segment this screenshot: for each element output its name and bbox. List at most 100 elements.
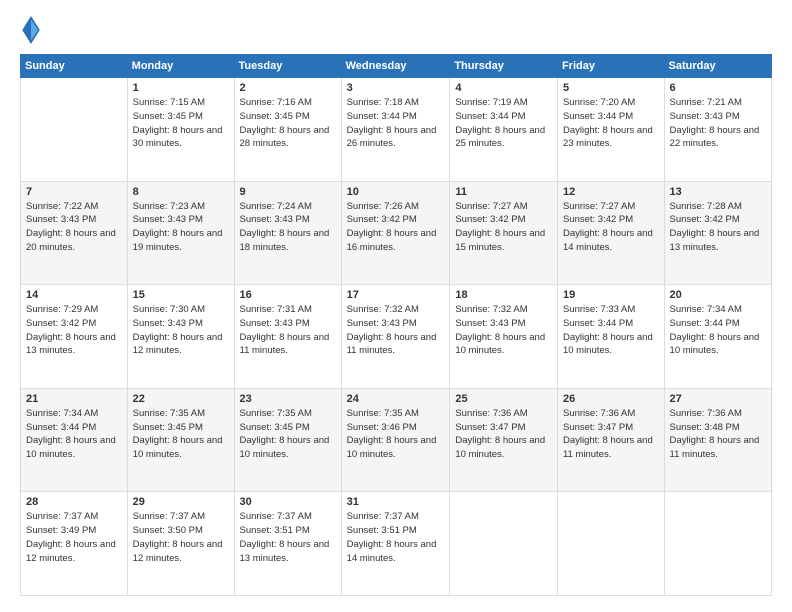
day-info: Sunrise: 7:37 AM Sunset: 3:49 PM Dayligh…: [26, 510, 122, 565]
day-number: 22: [133, 393, 229, 405]
day-info: Sunrise: 7:30 AM Sunset: 3:43 PM Dayligh…: [133, 303, 229, 358]
day-info: Sunrise: 7:23 AM Sunset: 3:43 PM Dayligh…: [133, 200, 229, 255]
day-info: Sunrise: 7:36 AM Sunset: 3:48 PM Dayligh…: [670, 407, 766, 462]
day-number: 11: [455, 186, 552, 198]
day-number: 18: [455, 289, 552, 301]
day-info: Sunrise: 7:36 AM Sunset: 3:47 PM Dayligh…: [455, 407, 552, 462]
day-cell: 13 Sunrise: 7:28 AM Sunset: 3:42 PM Dayli…: [664, 181, 771, 285]
week-row-2: 14 Sunrise: 7:29 AM Sunset: 3:42 PM Dayli…: [21, 285, 772, 389]
day-cell: 31 Sunrise: 7:37 AM Sunset: 3:51 PM Dayli…: [341, 492, 450, 596]
day-number: 9: [240, 186, 336, 198]
day-info: Sunrise: 7:22 AM Sunset: 3:43 PM Dayligh…: [26, 200, 122, 255]
day-header-tuesday: Tuesday: [234, 55, 341, 78]
day-info: Sunrise: 7:15 AM Sunset: 3:45 PM Dayligh…: [133, 96, 229, 151]
day-number: 13: [670, 186, 766, 198]
day-number: 6: [670, 82, 766, 94]
day-cell: 25 Sunrise: 7:36 AM Sunset: 3:47 PM Dayli…: [450, 388, 558, 492]
day-header-friday: Friday: [557, 55, 664, 78]
day-info: Sunrise: 7:33 AM Sunset: 3:44 PM Dayligh…: [563, 303, 659, 358]
day-cell: 7 Sunrise: 7:22 AM Sunset: 3:43 PM Daylig…: [21, 181, 128, 285]
week-row-1: 7 Sunrise: 7:22 AM Sunset: 3:43 PM Daylig…: [21, 181, 772, 285]
day-number: 26: [563, 393, 659, 405]
day-header-thursday: Thursday: [450, 55, 558, 78]
day-info: Sunrise: 7:36 AM Sunset: 3:47 PM Dayligh…: [563, 407, 659, 462]
day-header-saturday: Saturday: [664, 55, 771, 78]
day-info: Sunrise: 7:20 AM Sunset: 3:44 PM Dayligh…: [563, 96, 659, 151]
day-info: Sunrise: 7:35 AM Sunset: 3:45 PM Dayligh…: [240, 407, 336, 462]
day-info: Sunrise: 7:16 AM Sunset: 3:45 PM Dayligh…: [240, 96, 336, 151]
week-row-3: 21 Sunrise: 7:34 AM Sunset: 3:44 PM Dayli…: [21, 388, 772, 492]
day-number: 7: [26, 186, 122, 198]
day-cell: 27 Sunrise: 7:36 AM Sunset: 3:48 PM Dayli…: [664, 388, 771, 492]
day-cell: 16 Sunrise: 7:31 AM Sunset: 3:43 PM Dayli…: [234, 285, 341, 389]
day-header-wednesday: Wednesday: [341, 55, 450, 78]
day-cell: [450, 492, 558, 596]
day-cell: 11Sunrise: 7:27 AM Sunset: 3:42 PM Dayli…: [450, 181, 558, 285]
day-cell: 29Sunrise: 7:37 AM Sunset: 3:50 PM Dayli…: [127, 492, 234, 596]
day-number: 2: [240, 82, 336, 94]
day-info: Sunrise: 7:34 AM Sunset: 3:44 PM Dayligh…: [670, 303, 766, 358]
day-info: Sunrise: 7:18 AM Sunset: 3:44 PM Dayligh…: [347, 96, 445, 151]
day-cell: 19 Sunrise: 7:33 AM Sunset: 3:44 PM Dayli…: [557, 285, 664, 389]
day-info: Sunrise: 7:32 AM Sunset: 3:43 PM Dayligh…: [347, 303, 445, 358]
day-cell: 4 Sunrise: 7:19 AM Sunset: 3:44 PM Daylig…: [450, 78, 558, 182]
day-number: 5: [563, 82, 659, 94]
day-number: 31: [347, 496, 445, 508]
day-info: Sunrise: 7:26 AM Sunset: 3:42 PM Dayligh…: [347, 200, 445, 255]
day-cell: 10 Sunrise: 7:26 AM Sunset: 3:42 PM Dayli…: [341, 181, 450, 285]
day-header-monday: Monday: [127, 55, 234, 78]
day-info: Sunrise: 7:32 AM Sunset: 3:43 PM Dayligh…: [455, 303, 552, 358]
day-cell: 15Sunrise: 7:30 AM Sunset: 3:43 PM Dayli…: [127, 285, 234, 389]
day-cell: 21 Sunrise: 7:34 AM Sunset: 3:44 PM Dayli…: [21, 388, 128, 492]
day-cell: 2 Sunrise: 7:16 AM Sunset: 3:45 PM Daylig…: [234, 78, 341, 182]
day-number: 21: [26, 393, 122, 405]
day-number: 10: [347, 186, 445, 198]
day-cell: 5 Sunrise: 7:20 AM Sunset: 3:44 PM Daylig…: [557, 78, 664, 182]
day-cell: 28 Sunrise: 7:37 AM Sunset: 3:49 PM Dayli…: [21, 492, 128, 596]
calendar-table: SundayMondayTuesdayWednesdayThursdayFrid…: [20, 54, 772, 596]
day-number: 30: [240, 496, 336, 508]
day-cell: 30 Sunrise: 7:37 AM Sunset: 3:51 PM Dayli…: [234, 492, 341, 596]
day-info: Sunrise: 7:34 AM Sunset: 3:44 PM Dayligh…: [26, 407, 122, 462]
day-cell: 9 Sunrise: 7:24 AM Sunset: 3:43 PM Daylig…: [234, 181, 341, 285]
day-info: Sunrise: 7:28 AM Sunset: 3:42 PM Dayligh…: [670, 200, 766, 255]
day-cell: 8 Sunrise: 7:23 AM Sunset: 3:43 PM Daylig…: [127, 181, 234, 285]
calendar-header-row: SundayMondayTuesdayWednesdayThursdayFrid…: [21, 55, 772, 78]
day-info: Sunrise: 7:19 AM Sunset: 3:44 PM Dayligh…: [455, 96, 552, 151]
day-number: 23: [240, 393, 336, 405]
day-info: Sunrise: 7:31 AM Sunset: 3:43 PM Dayligh…: [240, 303, 336, 358]
day-number: 1: [133, 82, 229, 94]
day-info: Sunrise: 7:29 AM Sunset: 3:42 PM Dayligh…: [26, 303, 122, 358]
day-info: Sunrise: 7:37 AM Sunset: 3:51 PM Dayligh…: [240, 510, 336, 565]
day-info: Sunrise: 7:24 AM Sunset: 3:43 PM Dayligh…: [240, 200, 336, 255]
day-info: Sunrise: 7:35 AM Sunset: 3:45 PM Dayligh…: [133, 407, 229, 462]
day-cell: [664, 492, 771, 596]
day-cell: 1 Sunrise: 7:15 AM Sunset: 3:45 PM Daylig…: [127, 78, 234, 182]
day-number: 8: [133, 186, 229, 198]
day-number: 3: [347, 82, 445, 94]
day-cell: [21, 78, 128, 182]
day-number: 4: [455, 82, 552, 94]
day-info: Sunrise: 7:21 AM Sunset: 3:43 PM Dayligh…: [670, 96, 766, 151]
week-row-4: 28 Sunrise: 7:37 AM Sunset: 3:49 PM Dayli…: [21, 492, 772, 596]
day-number: 19: [563, 289, 659, 301]
day-cell: 20Sunrise: 7:34 AM Sunset: 3:44 PM Dayli…: [664, 285, 771, 389]
day-info: Sunrise: 7:37 AM Sunset: 3:50 PM Dayligh…: [133, 510, 229, 565]
day-cell: 24Sunrise: 7:35 AM Sunset: 3:46 PM Dayli…: [341, 388, 450, 492]
day-number: 27: [670, 393, 766, 405]
day-number: 28: [26, 496, 122, 508]
day-info: Sunrise: 7:35 AM Sunset: 3:46 PM Dayligh…: [347, 407, 445, 462]
day-number: 16: [240, 289, 336, 301]
day-info: Sunrise: 7:27 AM Sunset: 3:42 PM Dayligh…: [563, 200, 659, 255]
day-cell: 14 Sunrise: 7:29 AM Sunset: 3:42 PM Dayli…: [21, 285, 128, 389]
day-number: 14: [26, 289, 122, 301]
day-cell: 3 Sunrise: 7:18 AM Sunset: 3:44 PM Daylig…: [341, 78, 450, 182]
day-cell: 18 Sunrise: 7:32 AM Sunset: 3:43 PM Dayli…: [450, 285, 558, 389]
day-number: 25: [455, 393, 552, 405]
day-cell: 12Sunrise: 7:27 AM Sunset: 3:42 PM Dayli…: [557, 181, 664, 285]
logo: [20, 16, 44, 44]
day-cell: 26 Sunrise: 7:36 AM Sunset: 3:47 PM Dayli…: [557, 388, 664, 492]
day-info: Sunrise: 7:37 AM Sunset: 3:51 PM Dayligh…: [347, 510, 445, 565]
day-cell: 22 Sunrise: 7:35 AM Sunset: 3:45 PM Dayli…: [127, 388, 234, 492]
day-cell: 6 Sunrise: 7:21 AM Sunset: 3:43 PM Daylig…: [664, 78, 771, 182]
